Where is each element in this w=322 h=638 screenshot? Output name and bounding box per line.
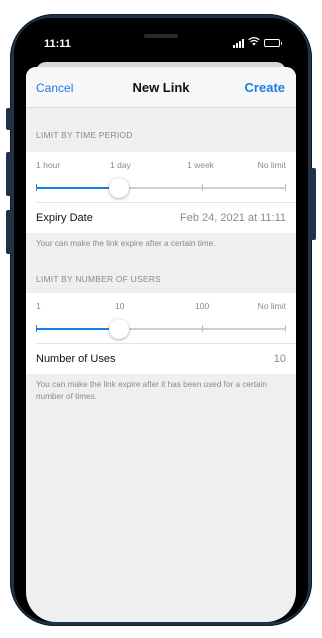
new-link-sheet: Cancel New Link Create LIMIT BY TIME PER… xyxy=(26,67,296,622)
battery-icon xyxy=(264,39,282,47)
time-stop-label: No limit xyxy=(257,160,286,170)
users-stop-labels: 1 10 100 No limit xyxy=(26,293,296,315)
status-time: 11:11 xyxy=(44,38,71,50)
slider-thumb[interactable] xyxy=(109,319,129,339)
number-of-uses-value: 10 xyxy=(273,353,286,365)
slider-tick xyxy=(285,325,286,332)
users-header: LIMIT BY NUMBER OF USERS xyxy=(36,274,161,284)
mute-switch xyxy=(6,108,11,130)
time-period-footer: Your can make the link expire after a ce… xyxy=(36,239,216,248)
time-period-group: 1 hour 1 day 1 week No limit Expiry Date… xyxy=(26,152,296,233)
slider-tick xyxy=(36,325,37,332)
volume-down-button xyxy=(6,210,11,254)
slider-thumb[interactable] xyxy=(109,178,129,198)
users-stop-label: 10 xyxy=(115,301,125,311)
users-group: 1 10 100 No limit Number of Uses 10 xyxy=(26,293,296,374)
slider-tick xyxy=(202,325,203,332)
users-footer: You can make the link expire after it ha… xyxy=(36,380,267,401)
status-icons xyxy=(233,37,282,49)
time-period-stop-labels: 1 hour 1 day 1 week No limit xyxy=(26,152,296,174)
number-of-uses-label: Number of Uses xyxy=(36,353,116,365)
time-stop-label: 1 week xyxy=(187,160,214,170)
number-of-uses-row[interactable]: Number of Uses 10 xyxy=(36,343,296,374)
navigation-bar: Cancel New Link Create xyxy=(26,67,296,108)
time-stop-label: 1 hour xyxy=(36,160,61,170)
power-button xyxy=(311,168,316,240)
phone-screen: 11:11 Cancel New Link Create LIMIT BY TI… xyxy=(14,18,308,622)
expiry-date-label: Expiry Date xyxy=(36,212,93,224)
users-slider[interactable] xyxy=(26,315,296,343)
expiry-date-row[interactable]: Expiry Date Feb 24, 2021 at 11:11 xyxy=(36,202,296,233)
cellular-signal-icon xyxy=(233,38,244,48)
slider-tick xyxy=(285,184,286,191)
expiry-date-value: Feb 24, 2021 at 11:11 xyxy=(179,212,286,224)
wifi-icon xyxy=(248,37,260,49)
slider-fill xyxy=(36,328,119,330)
volume-up-button xyxy=(6,152,11,196)
time-period-header: LIMIT BY TIME PERIOD xyxy=(36,130,133,140)
users-stop-label: 1 xyxy=(36,301,41,311)
slider-tick xyxy=(36,184,37,191)
create-button[interactable]: Create xyxy=(245,80,285,95)
time-stop-label: 1 day xyxy=(110,160,131,170)
users-stop-label: 100 xyxy=(195,301,210,311)
time-period-slider[interactable] xyxy=(26,174,296,202)
users-stop-label: No limit xyxy=(257,301,286,311)
slider-tick xyxy=(202,184,203,191)
slider-fill xyxy=(36,187,119,189)
status-bar: 11:11 xyxy=(14,18,308,62)
